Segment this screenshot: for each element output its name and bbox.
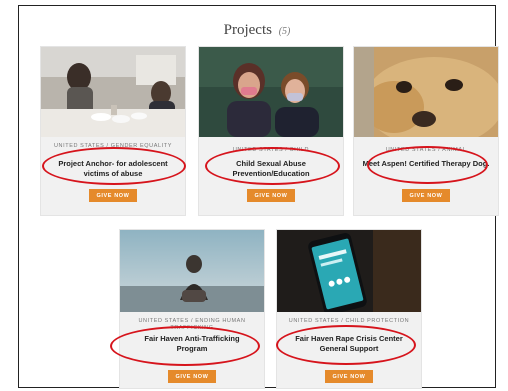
give-now-button[interactable]: GIVE NOW (325, 370, 373, 383)
give-now-button[interactable]: GIVE NOW (168, 370, 216, 383)
project-location-tag: UNITED STATES / GENDER EQUALITY (53, 143, 173, 149)
project-location-tag: UNITED STATES / ANIMAL (385, 147, 467, 153)
project-card-anti-trafficking[interactable]: UNITED STATES / ENDING HUMAN TRAFFICKING… (119, 229, 265, 389)
give-now-button[interactable]: GIVE NOW (402, 189, 450, 202)
project-card-rape-crisis[interactable]: UNITED STATES / CHILD PROTECTION Fair Ha… (276, 229, 422, 389)
project-location-tag: UNITED STATES / CHILD (232, 147, 310, 153)
projects-heading: Projects (5) (19, 22, 495, 39)
project-photo (41, 47, 185, 137)
project-location-tag: UNITED STATES / ENDING HUMAN TRAFFICKING (138, 318, 246, 331)
project-location-tag: UNITED STATES / CHILD PROTECTION (288, 318, 410, 324)
give-now-button[interactable]: GIVE NOW (247, 189, 295, 202)
give-now-button[interactable]: GIVE NOW (89, 189, 137, 202)
project-card-therapy-dog[interactable]: UNITED STATES / ANIMAL Meet Aspen! Certi… (353, 46, 499, 216)
project-photo (354, 47, 498, 137)
project-photo (199, 47, 343, 137)
project-title[interactable]: Project Anchor- for adolescent victims o… (49, 159, 177, 179)
projects-count: (5) (278, 26, 291, 37)
project-title[interactable]: Fair Haven Rape Crisis Center General Su… (285, 334, 413, 354)
project-card-anchor[interactable]: UNITED STATES / GENDER EQUALITY Project … (40, 46, 186, 216)
projects-title: Projects (223, 22, 272, 38)
project-title[interactable]: Fair Haven Anti-Trafficking Program (128, 334, 256, 354)
project-card-child-abuse[interactable]: UNITED STATES / CHILD Child Sexual Abuse… (198, 46, 344, 216)
project-title[interactable]: Child Sexual Abuse Prevention/Education (207, 159, 335, 179)
project-photo (277, 230, 421, 312)
project-title[interactable]: Meet Aspen! Certified Therapy Dog. (362, 159, 490, 169)
project-photo (120, 230, 264, 312)
